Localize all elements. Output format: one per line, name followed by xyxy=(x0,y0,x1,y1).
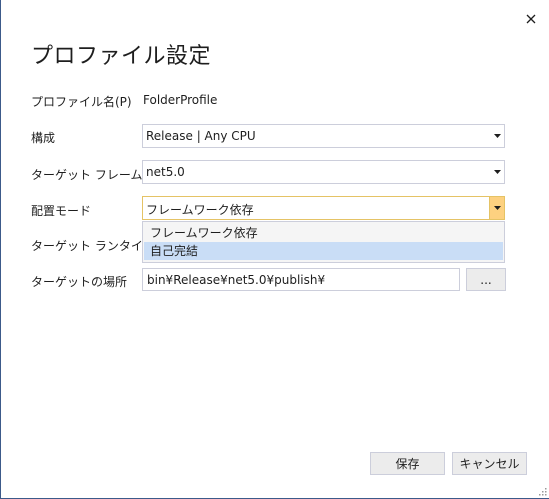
deployment-mode-selected-value: フレームワーク依存 xyxy=(146,203,254,217)
resize-grip-icon[interactable] xyxy=(537,486,547,496)
target-location-label: ターゲットの場所 xyxy=(31,275,128,289)
deployment-mode-options-list: フレームワーク依存 自己完結 xyxy=(142,221,505,263)
profile-name-label: プロファイル名(P) xyxy=(31,95,132,109)
profile-name-value: FolderProfile xyxy=(143,93,218,107)
configuration-label: 構成 xyxy=(31,131,56,145)
profile-settings-dialog: プロファイル設定 プロファイル名(P) FolderProfile 構成 Rel… xyxy=(0,0,549,499)
browse-button[interactable]: ... xyxy=(466,268,506,291)
close-icon xyxy=(526,14,536,24)
target-framework-dropdown[interactable]: net5.0 xyxy=(142,160,505,184)
chevron-down-icon xyxy=(490,125,504,147)
chevron-down-icon xyxy=(489,197,504,219)
chevron-down-icon xyxy=(490,161,504,183)
configuration-dropdown[interactable]: Release | Any CPU xyxy=(142,124,505,148)
dialog-title: プロファイル設定 xyxy=(31,44,212,69)
configuration-selected-value: Release | Any CPU xyxy=(146,129,256,143)
save-button[interactable]: 保存 xyxy=(370,452,445,475)
deployment-mode-option[interactable]: フレームワーク依存 xyxy=(144,224,503,242)
deployment-mode-label: 配置モード xyxy=(31,204,92,218)
target-location-value: bin¥Release¥net5.0¥publish¥ xyxy=(147,273,326,287)
deployment-mode-option[interactable]: 自己完結 xyxy=(144,242,503,260)
target-location-input[interactable]: bin¥Release¥net5.0¥publish¥ xyxy=(142,268,460,291)
deployment-mode-dropdown[interactable]: フレームワーク依存 xyxy=(142,196,505,220)
target-runtime-label: ターゲット ランタイム xyxy=(31,239,155,253)
target-framework-selected-value: net5.0 xyxy=(146,165,185,179)
close-button[interactable] xyxy=(519,8,543,30)
cancel-button[interactable]: キャンセル xyxy=(452,452,527,475)
